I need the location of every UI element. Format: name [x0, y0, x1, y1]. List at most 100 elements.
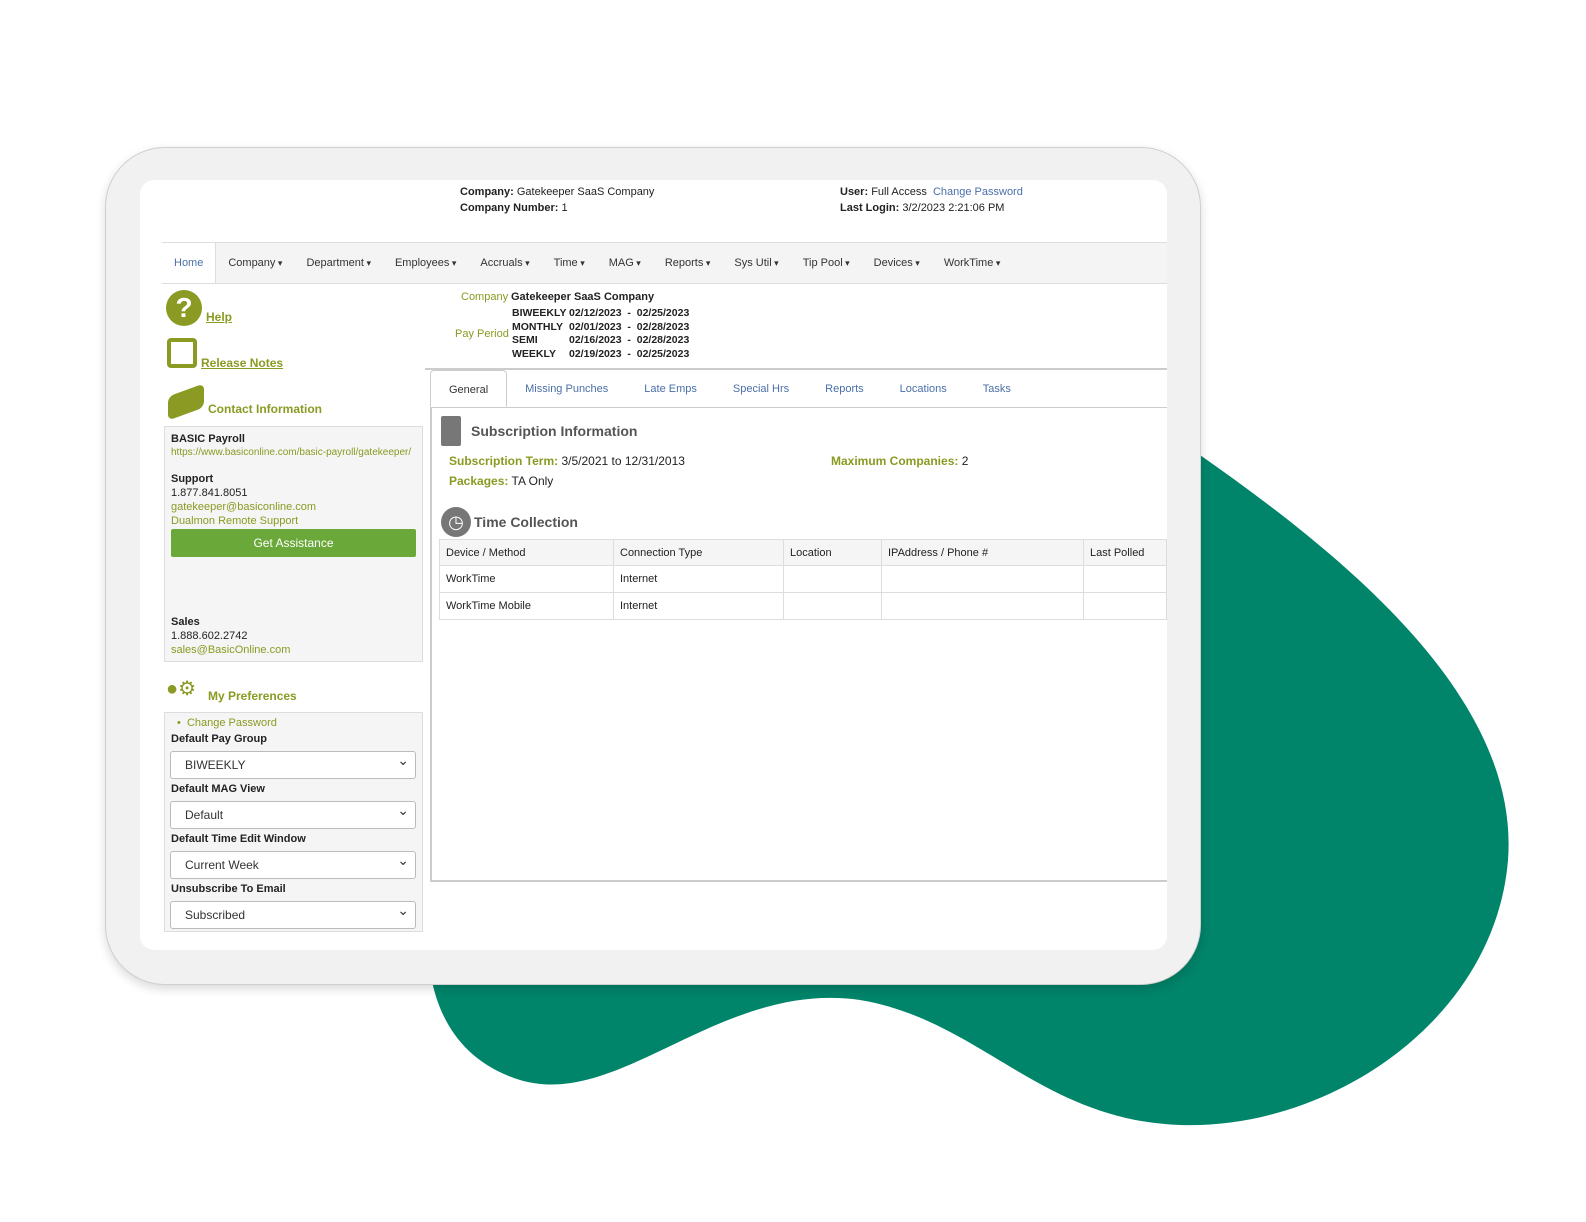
time-collection-title: Time Collection — [474, 514, 578, 530]
user-value: Full Access — [871, 186, 927, 198]
app-screen: Company: Gatekeeper SaaS Company Company… — [140, 180, 1167, 950]
cell — [881, 565, 1084, 593]
nav-accruals[interactable]: Accruals — [468, 243, 541, 283]
email-label: Unsubscribe To Email — [171, 883, 286, 895]
nav-worktime[interactable]: WorkTime — [932, 243, 1013, 283]
period-end: 02/25/2023 — [636, 307, 690, 319]
period-end: 02/28/2023 — [636, 320, 690, 333]
col-last-polled: Last Polled — [1083, 539, 1167, 566]
sales-phone: 1.888.602.2742 — [171, 630, 248, 642]
max-companies: 2 — [961, 454, 969, 468]
period-name: SEMI — [512, 334, 538, 347]
tab-tasks[interactable]: Tasks — [965, 370, 1029, 407]
release-notes-icon — [167, 338, 197, 368]
period-start: 02/16/2023 — [569, 334, 622, 347]
preferences-title: My Preferences — [208, 689, 297, 703]
mag-view-select[interactable]: Default — [170, 801, 416, 829]
preferences-icon: ●⚙ — [166, 678, 197, 700]
nav-home[interactable]: Home — [162, 243, 217, 283]
time-window-select[interactable]: Current Week — [170, 851, 416, 879]
term-label: Subscription Term: — [449, 454, 559, 468]
company-number-label: Company Number: — [460, 202, 559, 214]
nav-company[interactable]: Company — [216, 243, 294, 283]
help-link[interactable]: Help — [206, 310, 232, 324]
time-collection-table: Device / Method Connection Type Location IP… — [439, 539, 1167, 620]
summary-company-label: Company — [461, 291, 509, 303]
main-nav: Home Company Department Employees Accrua… — [162, 242, 1167, 284]
basic-payroll-label: BASIC Payroll — [171, 433, 245, 445]
email-select[interactable]: Subscribed — [170, 901, 416, 929]
pay-group-label: Default Pay Group — [171, 733, 267, 745]
nav-mag[interactable]: MAG — [597, 243, 653, 283]
cell: Internet — [613, 565, 784, 593]
period-start: 02/12/2023 — [569, 307, 622, 319]
preferences-panel: • Change Password Default Pay Group BIWE… — [164, 712, 423, 932]
nav-reports[interactable]: Reports — [653, 243, 723, 283]
period-name: WEEKLY — [512, 348, 556, 361]
contact-panel: BASIC Payroll https://www.basiconline.co… — [164, 426, 423, 662]
tab-bar: General Missing Punches Late Emps Specia… — [430, 370, 1167, 408]
change-password-link[interactable]: Change Password — [933, 186, 1023, 198]
table-row[interactable]: WorkTime Mobile Internet — [439, 592, 1167, 620]
mag-view-label: Default MAG View — [171, 783, 265, 795]
nav-time[interactable]: Time — [542, 243, 597, 283]
max-companies-label: Maximum Companies: — [831, 454, 959, 468]
period-start: 02/19/2023 — [569, 348, 622, 361]
table-row[interactable]: WorkTime Internet — [439, 565, 1167, 593]
sales-email-link[interactable]: sales@BasicOnline.com — [171, 643, 416, 657]
col-ip: IPAddress / Phone # — [881, 539, 1084, 566]
pay-group-select[interactable]: BIWEEKLY — [170, 751, 416, 779]
company-label: Company: — [460, 186, 514, 198]
packages-value: TA Only — [511, 474, 554, 488]
cell — [881, 592, 1084, 620]
tab-late-emps[interactable]: Late Emps — [626, 370, 715, 407]
basic-url-link[interactable]: https://www.basiconline.com/basic-payrol… — [171, 446, 416, 460]
period-name: MONTHLY — [512, 320, 563, 333]
remote-support-link[interactable]: Dualmon Remote Support — [171, 514, 416, 528]
document-icon — [441, 416, 461, 446]
release-notes-link[interactable]: Release Notes — [201, 356, 283, 370]
period-end: 02/28/2023 — [636, 334, 690, 347]
nav-devices[interactable]: Devices — [862, 243, 932, 283]
cell — [783, 565, 882, 593]
summary-company: Gatekeeper SaaS Company — [511, 291, 655, 303]
support-label: Support — [171, 473, 214, 485]
col-device: Device / Method — [439, 539, 614, 566]
packages-label: Packages: — [449, 474, 509, 488]
contact-title: Contact Information — [208, 402, 322, 416]
cell — [1083, 565, 1167, 593]
time-window-label: Default Time Edit Window — [171, 833, 306, 845]
nav-sys-util[interactable]: Sys Util — [722, 243, 790, 283]
subscription-title: Subscription Information — [471, 423, 638, 439]
tab-general[interactable]: General — [430, 370, 508, 407]
company-name: Gatekeeper SaaS Company — [516, 186, 655, 198]
col-connection: Connection Type — [613, 539, 784, 566]
last-login: 3/2/2023 2:21:06 PM — [902, 202, 1005, 214]
tab-reports[interactable]: Reports — [807, 370, 882, 407]
pay-periods: BIWEEKLY 02/12/2023 - 02/25/2023 MONTHLY 0… — [512, 307, 690, 361]
company-number: 1 — [561, 202, 568, 214]
handshake-icon — [168, 383, 204, 421]
help-icon: ? — [166, 290, 202, 326]
nav-department[interactable]: Department — [294, 243, 383, 283]
pay-period-label: Pay Period — [455, 328, 509, 340]
get-assistance-button[interactable]: Get Assistance — [171, 529, 416, 557]
pref-change-password-link[interactable]: Change Password — [187, 717, 277, 729]
col-location: Location — [783, 539, 882, 566]
nav-tip-pool[interactable]: Tip Pool — [791, 243, 862, 283]
cell — [783, 592, 882, 620]
cell: WorkTime Mobile — [439, 592, 614, 620]
clock-icon: ◷ — [441, 507, 471, 537]
period-end: 02/25/2023 — [636, 348, 690, 361]
tab-missing-punches[interactable]: Missing Punches — [507, 370, 626, 407]
tab-locations[interactable]: Locations — [882, 370, 965, 407]
cell: Internet — [613, 592, 784, 620]
support-email-link[interactable]: gatekeeper@basiconline.com — [171, 500, 416, 514]
tab-special-hrs[interactable]: Special Hrs — [715, 370, 807, 407]
sales-label: Sales — [171, 616, 200, 628]
nav-employees[interactable]: Employees — [383, 243, 468, 283]
user-label: User: — [840, 186, 869, 198]
support-phone: 1.877.841.8051 — [171, 487, 248, 499]
cell — [1083, 592, 1167, 620]
period-name: BIWEEKLY — [512, 307, 567, 319]
